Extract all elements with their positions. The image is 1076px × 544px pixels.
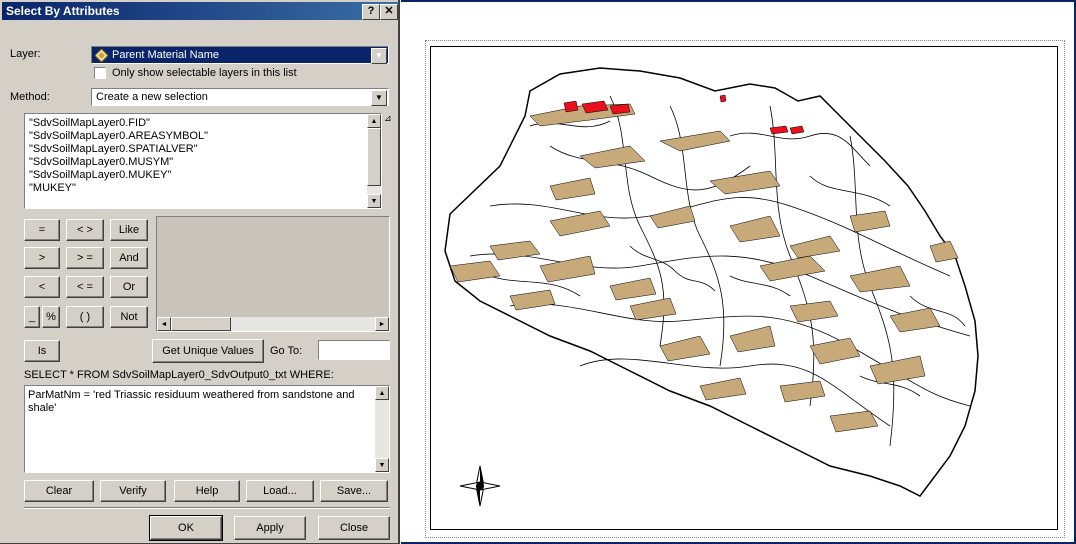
scroll-right-icon[interactable]: ► [375,317,389,331]
help-title-button[interactable]: ? [362,4,380,20]
op-parens-button[interactable]: ( ) [66,306,104,328]
expression-text[interactable]: ParMatNm = 'red Triassic residuum weathe… [28,389,368,415]
op-underscore-button[interactable]: _ [24,306,40,328]
soil-map[interactable] [430,46,1058,530]
op-less-button[interactable]: < [24,276,60,298]
op-less-equal-button[interactable]: < = [66,276,104,298]
expression-scrollbar[interactable]: ▲ ▼ [375,386,389,472]
method-label: Method: [10,91,50,103]
unique-values-hscroll[interactable]: ◄ ► [157,317,389,331]
close-button[interactable]: Close [318,516,390,540]
only-selectable-label: Only show selectable layers in this list [112,67,297,79]
unique-values-list[interactable]: ◄ ► [156,216,390,332]
layer-label: Layer: [10,48,41,60]
close-title-button[interactable]: ✕ [380,4,398,20]
list-item[interactable]: "MUKEY" [29,182,76,194]
fields-list[interactable]: "SdvSoilMapLayer0.FID" "SdvSoilMapLayer0… [24,113,382,209]
method-combo[interactable]: Create a new selection ▼ [91,88,389,106]
ok-button[interactable]: OK [149,515,223,541]
list-item[interactable]: "SdvSoilMapLayer0.MUKEY" [29,169,171,181]
list-item[interactable]: "SdvSoilMapLayer0.AREASYMBOL" [29,130,208,142]
load-button[interactable]: Load... [246,480,314,502]
verify-button[interactable]: Verify [100,480,166,502]
fields-scrollbar[interactable]: ▲ ▼ [367,114,381,208]
dialog-title: Select By Attributes [6,4,120,18]
scroll-down-icon[interactable]: ▼ [367,194,381,208]
sql-prefix-label: SELECT * FROM SdvSoilMapLayer0_SdvOutput… [24,369,334,381]
go-to-label: Go To: [270,345,303,357]
op-greater-button[interactable]: > [24,247,60,269]
scroll-down-icon[interactable]: ▼ [375,458,389,472]
get-unique-values-button[interactable]: Get Unique Values [152,339,264,363]
op-percent-button[interactable]: % [42,306,60,328]
only-selectable-checkbox[interactable] [94,67,106,79]
save-button[interactable]: Save... [320,480,388,502]
expression-textbox[interactable]: ParMatNm = 'red Triassic residuum weathe… [24,385,390,473]
list-item[interactable]: "SdvSoilMapLayer0.FID" [29,117,150,129]
layer-value: Parent Material Name [112,49,219,61]
scroll-left-icon[interactable]: ◄ [157,317,171,331]
list-item[interactable]: "SdvSoilMapLayer0.MUSYM" [29,156,173,168]
op-greater-equal-button[interactable]: > = [66,247,104,269]
expand-list-icon[interactable]: ⊿ [384,113,392,124]
layer-combo[interactable]: Parent Material Name ▼ [91,46,389,64]
op-equals-button[interactable]: = [24,219,60,241]
apply-button[interactable]: Apply [234,516,306,540]
op-is-button[interactable]: Is [24,340,60,362]
scroll-thumb[interactable] [171,317,231,331]
select-by-attributes-dialog: Select By Attributes ? ✕ Layer: Parent M… [0,0,400,544]
layer-diamond-icon [94,48,109,63]
title-bar[interactable]: Select By Attributes ? ✕ [2,2,398,20]
scroll-up-icon[interactable]: ▲ [367,114,381,128]
op-or-button[interactable]: Or [110,276,148,298]
op-not-button[interactable]: Not [110,306,148,328]
method-value: Create a new selection [96,91,208,103]
chevron-down-icon[interactable]: ▼ [371,48,387,64]
help-button[interactable]: Help [174,480,240,502]
op-like-button[interactable]: Like [110,219,148,241]
north-arrow-icon [459,465,501,507]
scroll-up-icon[interactable]: ▲ [375,386,389,400]
chevron-down-icon[interactable]: ▼ [371,90,387,106]
clear-button[interactable]: Clear [24,480,94,502]
op-and-button[interactable]: And [110,247,148,269]
op-not-equals-button[interactable]: < > [66,219,104,241]
list-item[interactable]: "SdvSoilMapLayer0.SPATIALVER" [29,143,198,155]
scroll-thumb[interactable] [367,128,381,186]
go-to-input[interactable] [318,340,390,360]
divider [24,507,390,509]
